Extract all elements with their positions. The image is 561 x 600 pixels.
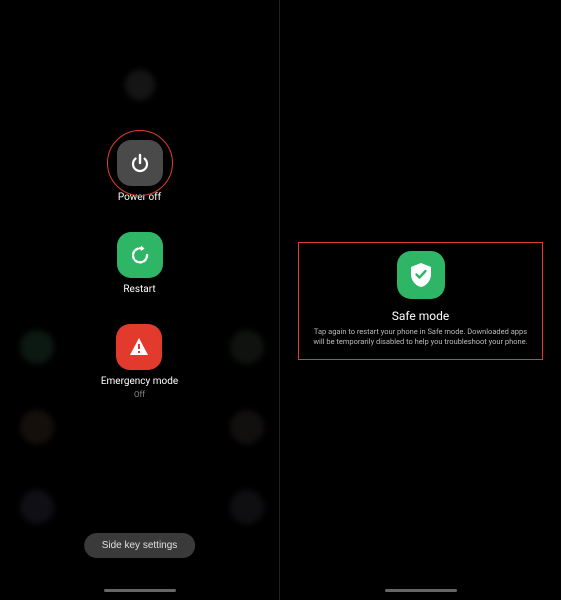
- safe-mode-screen: Safe mode Tap again to restart your phon…: [280, 0, 561, 600]
- power-menu: Power off Restart Emergency mode Off: [0, 140, 279, 399]
- restart-item[interactable]: Restart: [117, 232, 163, 296]
- highlight-ring: [107, 130, 173, 196]
- power-menu-screen: Power off Restart Emergency mode Off: [0, 0, 280, 600]
- power-off-item[interactable]: Power off: [117, 140, 163, 204]
- emergency-label: Emergency mode: [101, 376, 178, 388]
- safe-mode-title: Safe mode: [392, 309, 450, 323]
- safe-mode-description: Tap again to restart your phone in Safe …: [307, 327, 534, 347]
- nav-handle[interactable]: [104, 589, 176, 592]
- safe-mode-shield-icon: [397, 251, 445, 299]
- nav-handle[interactable]: [385, 589, 457, 592]
- side-key-settings-button[interactable]: Side key settings: [84, 533, 196, 558]
- restart-icon: [117, 232, 163, 278]
- safe-mode-prompt[interactable]: Safe mode Tap again to restart your phon…: [298, 242, 543, 360]
- emergency-sublabel: Off: [134, 390, 145, 399]
- emergency-mode-item[interactable]: Emergency mode Off: [101, 324, 178, 399]
- emergency-icon: [116, 324, 162, 370]
- restart-label: Restart: [123, 284, 155, 296]
